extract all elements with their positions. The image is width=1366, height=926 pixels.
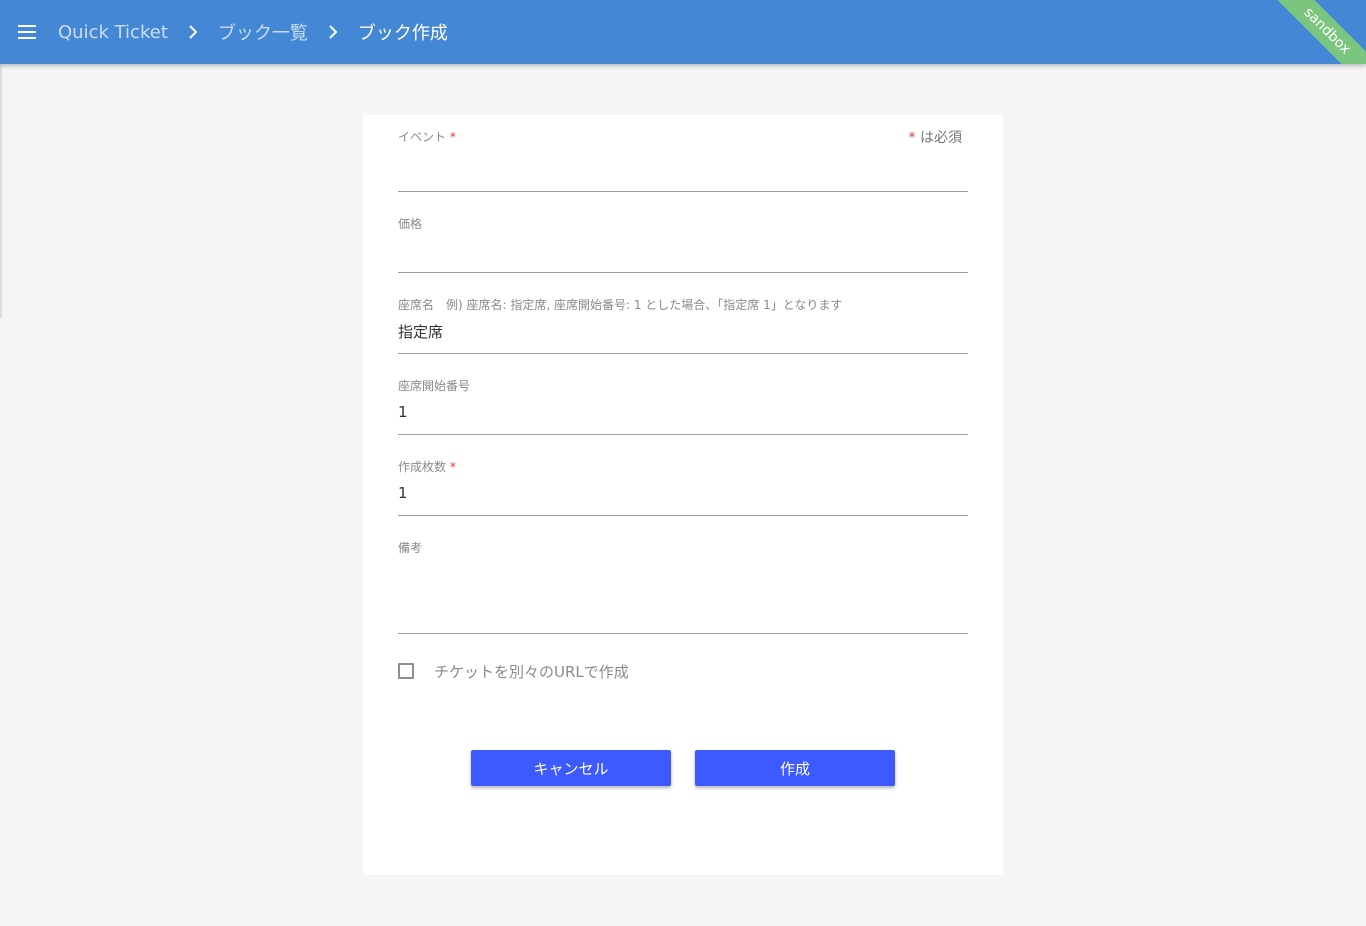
- separate-url-option[interactable]: チケットを別々のURLで作成: [398, 661, 629, 681]
- seat-name-field-value: 指定席: [398, 323, 444, 341]
- event-label-text: イベント: [398, 130, 447, 144]
- seat-start-number-field[interactable]: 座席開始番号 1: [398, 377, 968, 435]
- side-drawer-edge: [0, 64, 2, 318]
- price-field-label: 価格: [398, 217, 423, 231]
- ticket-count-field-label: 作成枚数 *: [398, 458, 456, 475]
- ticket-count-field-value: 1: [398, 484, 408, 502]
- seat-start-number-field-value: 1: [398, 403, 408, 421]
- ticket-count-required-star: *: [446, 460, 456, 474]
- breadcrumb: Quick Ticket ブック一覧 ブック作成: [58, 0, 448, 64]
- breadcrumb-book-create: ブック作成: [357, 23, 448, 44]
- separate-url-checkbox-label: チケットを別々のURLで作成: [434, 662, 629, 681]
- remarks-field[interactable]: 備考: [398, 539, 968, 634]
- book-create-form: * は必須 イベント * 価格 座席名 例) 座席名: 指定席, 座席開始番号:…: [363, 115, 1003, 875]
- ticket-count-label-text: 作成枚数: [398, 460, 447, 474]
- seat-name-field-label: 座席名 例) 座席名: 指定席, 座席開始番号: 1 とした場合、「指定席 1」…: [398, 298, 843, 312]
- hamburger-menu-icon[interactable]: [14, 21, 40, 43]
- event-field-label: イベント *: [398, 128, 456, 145]
- event-field[interactable]: イベント *: [398, 128, 968, 192]
- chevron-right-icon: [308, 25, 358, 39]
- seat-start-number-field-label: 座席開始番号: [398, 379, 471, 393]
- price-field[interactable]: 価格: [398, 215, 968, 273]
- chevron-right-icon: [168, 25, 218, 39]
- remarks-field-label: 備考: [398, 541, 423, 555]
- breadcrumb-home[interactable]: Quick Ticket: [58, 22, 168, 43]
- separate-url-checkbox[interactable]: [398, 663, 414, 679]
- seat-name-field[interactable]: 座席名 例) 座席名: 指定席, 座席開始番号: 1 とした場合、「指定席 1」…: [398, 296, 968, 354]
- breadcrumb-book-list[interactable]: ブック一覧: [218, 19, 308, 45]
- cancel-button[interactable]: キャンセル: [471, 750, 671, 786]
- app-bar: Quick Ticket ブック一覧 ブック作成 sandbox: [0, 0, 1366, 64]
- event-required-star: *: [446, 130, 456, 144]
- ticket-count-field[interactable]: 作成枚数 * 1: [398, 458, 968, 516]
- sandbox-ribbon: sandbox: [1257, 0, 1366, 64]
- create-button[interactable]: 作成: [695, 750, 895, 786]
